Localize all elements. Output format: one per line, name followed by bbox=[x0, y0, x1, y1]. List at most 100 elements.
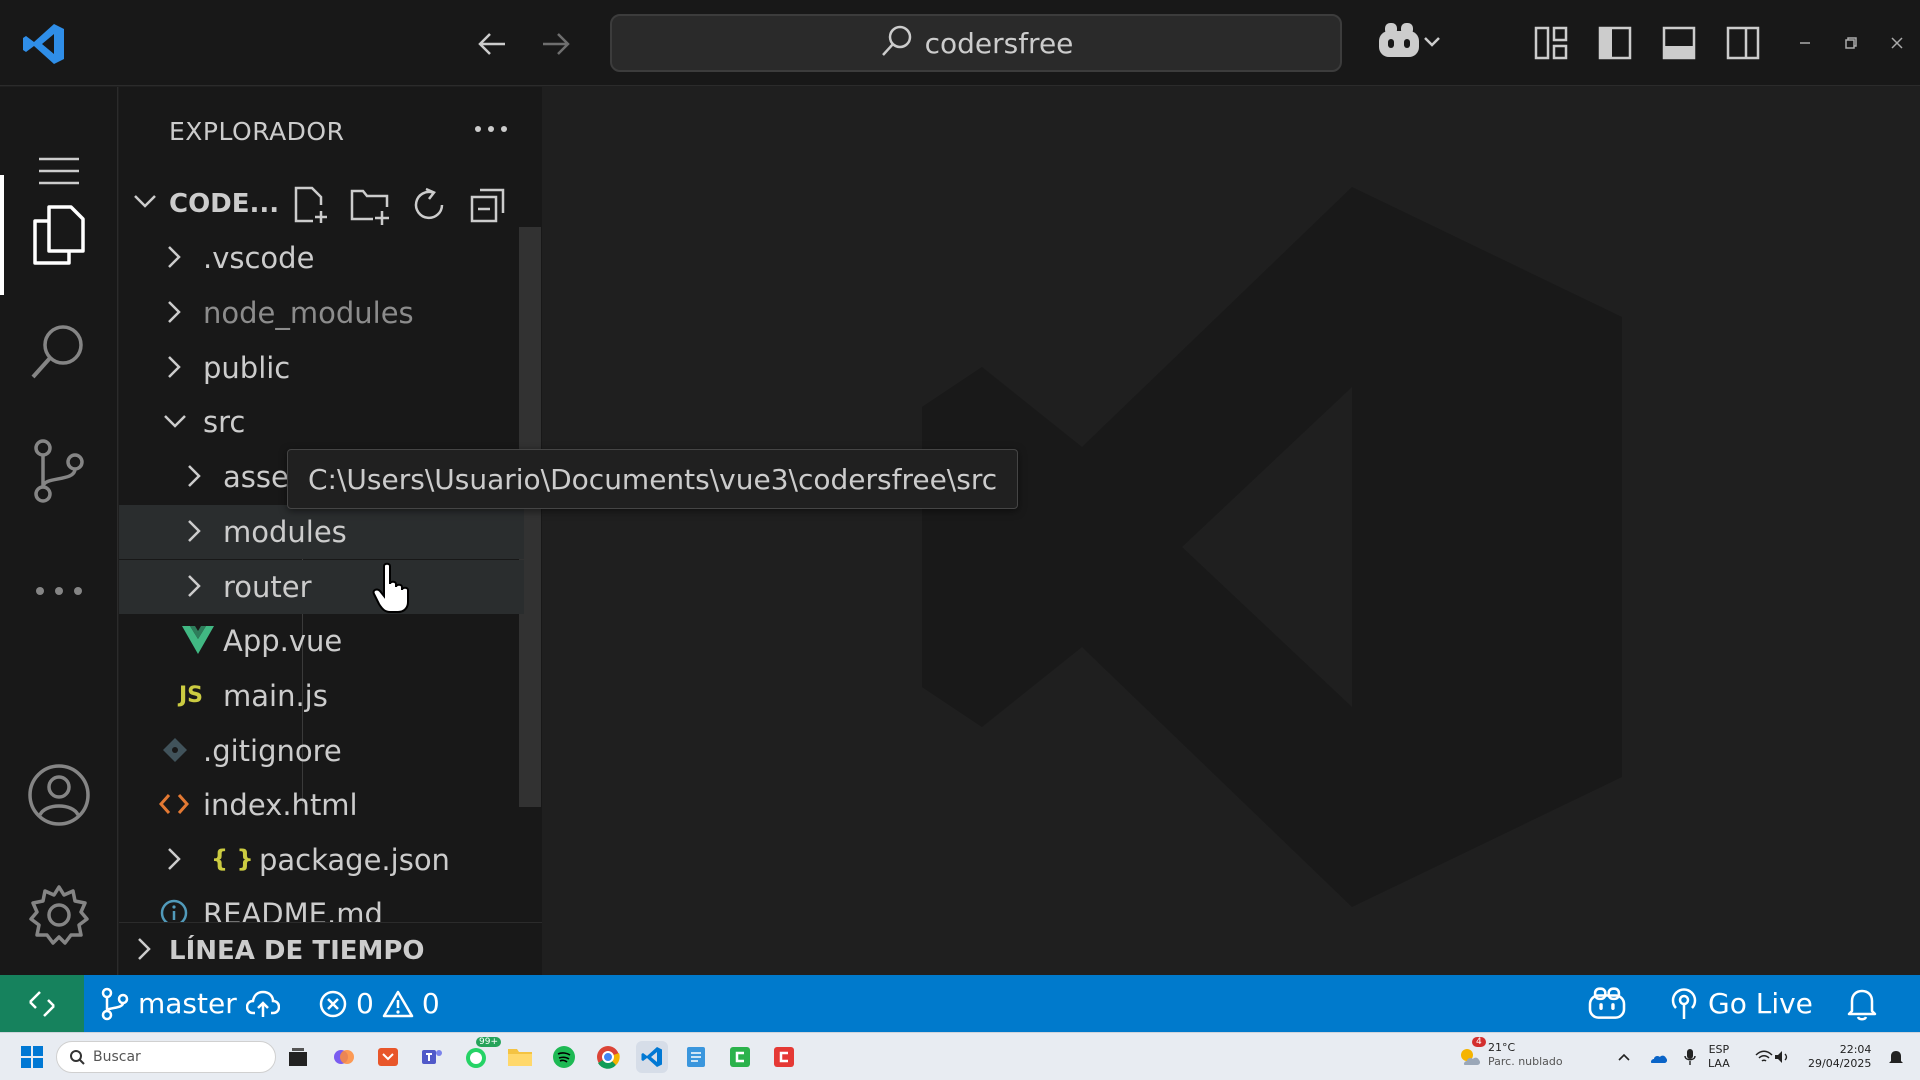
taskbar-app-spotify[interactable] bbox=[548, 1041, 580, 1073]
explorer-more-actions-button[interactable] bbox=[469, 107, 513, 151]
new-folder-button[interactable] bbox=[348, 183, 392, 227]
tree-item-gitignore[interactable]: .gitignore bbox=[119, 724, 524, 778]
go-live-button[interactable]: Go Live bbox=[1668, 975, 1813, 1032]
new-file-icon bbox=[294, 186, 327, 223]
taskbar-app-recorder[interactable] bbox=[768, 1041, 800, 1073]
clock-date: 29/04/2025 bbox=[1808, 1057, 1872, 1070]
taskbar-search-box[interactable]: Buscar bbox=[56, 1041, 276, 1073]
source-control-button[interactable] bbox=[0, 421, 118, 521]
teams-icon bbox=[422, 1050, 442, 1064]
task-view-button[interactable] bbox=[282, 1041, 314, 1073]
tree-item-readme[interactable]: README.md bbox=[119, 887, 524, 922]
taskbar-app-chrome[interactable] bbox=[592, 1041, 624, 1073]
start-button[interactable] bbox=[16, 1041, 48, 1073]
customize-layout-button[interactable] bbox=[1528, 20, 1574, 66]
tree-item-label: .gitignore bbox=[203, 734, 342, 768]
publish-branch-button[interactable] bbox=[246, 975, 280, 1032]
editor-area bbox=[542, 87, 1920, 975]
wifi-icon bbox=[1755, 1050, 1773, 1062]
keyboard-layout: LAA bbox=[1708, 1057, 1730, 1070]
search-icon bbox=[879, 23, 915, 63]
taskbar-app-teams[interactable] bbox=[416, 1041, 448, 1073]
accounts-button[interactable] bbox=[0, 745, 118, 845]
error-icon bbox=[319, 990, 347, 1017]
manage-button[interactable] bbox=[0, 865, 118, 965]
clock[interactable]: 22:04 29/04/2025 bbox=[1808, 1043, 1871, 1071]
vscode-icon bbox=[641, 1047, 662, 1067]
remote-indicator-button[interactable] bbox=[0, 975, 84, 1032]
new-folder-icon bbox=[350, 189, 389, 225]
warning-count: 0 bbox=[421, 987, 440, 1020]
forward-arrow-icon[interactable] bbox=[534, 22, 578, 66]
notification-center-button[interactable] bbox=[1880, 1041, 1912, 1073]
weather-widget-icon[interactable]: 4 bbox=[1454, 1037, 1486, 1073]
weather-cloud-icon bbox=[1461, 1049, 1481, 1065]
windows-logo-icon bbox=[21, 1046, 43, 1068]
tree-item-router[interactable]: router bbox=[119, 560, 524, 614]
refresh-explorer-button[interactable] bbox=[407, 183, 451, 227]
tree-item-public[interactable]: public bbox=[119, 341, 524, 395]
tree-item-index-html[interactable]: index.html bbox=[119, 778, 524, 832]
explorer-button[interactable] bbox=[0, 185, 118, 285]
back-arrow-icon[interactable] bbox=[470, 22, 514, 66]
copilot-status-button[interactable] bbox=[1588, 975, 1626, 1032]
remote-icon bbox=[29, 990, 55, 1017]
collapse-folders-button[interactable] bbox=[466, 183, 510, 227]
new-file-button[interactable] bbox=[289, 183, 333, 227]
close-icon bbox=[1891, 37, 1903, 49]
command-center-search[interactable]: codersfree bbox=[610, 14, 1342, 72]
toggle-primary-sidebar-button[interactable] bbox=[1592, 20, 1638, 66]
show-hidden-icons-button[interactable] bbox=[1608, 1041, 1640, 1073]
more-horizontal-icon bbox=[475, 126, 507, 132]
network-volume-button[interactable] bbox=[1748, 1041, 1798, 1073]
timeline-label: LÍNEA DE TIEMPO bbox=[169, 936, 425, 966]
workspace-folder-header[interactable]: CODE... bbox=[119, 177, 542, 231]
tree-item-main-js[interactable]: JS main.js bbox=[119, 669, 524, 723]
tree-item-label: README.md bbox=[203, 897, 383, 922]
copilot-menu-button[interactable] bbox=[1370, 20, 1450, 66]
tree-item-package-json[interactable]: { } package.json bbox=[119, 833, 524, 887]
toggle-secondary-sidebar-button[interactable] bbox=[1720, 20, 1766, 66]
tree-item-modules[interactable]: modules bbox=[119, 505, 524, 559]
taskbar-app-file-explorer[interactable] bbox=[504, 1041, 536, 1073]
source-control-icon bbox=[34, 439, 84, 503]
chevron-right-icon bbox=[181, 572, 207, 604]
minimize-button[interactable] bbox=[1790, 28, 1820, 58]
microphone-icon bbox=[1684, 1049, 1696, 1065]
collapse-all-icon bbox=[470, 188, 505, 223]
input-language-indicator[interactable]: ESP LAA bbox=[1708, 1043, 1730, 1071]
more-views-button[interactable] bbox=[0, 541, 118, 641]
whatsapp-badge: 99+ bbox=[476, 1037, 501, 1047]
taskbar-app-notepad[interactable] bbox=[680, 1041, 712, 1073]
taskbar-app-vscode[interactable] bbox=[636, 1041, 668, 1073]
weather-desc: Parc. nublado bbox=[1488, 1055, 1563, 1068]
weather-badge: 4 bbox=[1472, 1037, 1486, 1047]
notifications-button[interactable] bbox=[1846, 975, 1878, 1032]
microphone-button[interactable] bbox=[1674, 1041, 1706, 1073]
language-code: ESP bbox=[1708, 1043, 1730, 1056]
hand-pointer-cursor-icon bbox=[372, 562, 412, 614]
sidebar-right-icon bbox=[1726, 26, 1760, 60]
sidebar-title: EXPLORADOR bbox=[169, 117, 345, 146]
close-button[interactable] bbox=[1882, 28, 1912, 58]
more-horizontal-icon bbox=[36, 587, 82, 595]
restore-button[interactable] bbox=[1836, 28, 1866, 58]
onedrive-button[interactable] bbox=[1642, 1041, 1674, 1073]
search-view-button[interactable] bbox=[0, 303, 118, 403]
problems-button[interactable]: 0 0 bbox=[318, 975, 440, 1032]
taskbar-app-tools[interactable] bbox=[372, 1041, 404, 1073]
copilot-icon bbox=[1588, 986, 1626, 1019]
git-branch-button[interactable]: master bbox=[100, 975, 237, 1032]
tree-item-src[interactable]: src bbox=[119, 395, 524, 449]
tree-item-node-modules[interactable]: node_modules bbox=[119, 286, 524, 340]
timeline-section-header[interactable]: LÍNEA DE TIEMPO bbox=[119, 922, 542, 975]
tree-item-app-vue[interactable]: App.vue bbox=[119, 614, 524, 668]
tree-item-label: src bbox=[203, 405, 246, 439]
tree-item-vscode[interactable]: .vscode bbox=[119, 231, 524, 285]
warning-icon bbox=[382, 990, 414, 1017]
taskbar-app-whatsapp[interactable]: 99+ bbox=[460, 1037, 501, 1073]
taskbar-app-camtasia[interactable] bbox=[724, 1041, 756, 1073]
toggle-panel-button[interactable] bbox=[1656, 20, 1702, 66]
weather-info[interactable]: 21°C Parc. nublado bbox=[1488, 1041, 1563, 1069]
taskbar-app-copilot[interactable] bbox=[328, 1041, 360, 1073]
